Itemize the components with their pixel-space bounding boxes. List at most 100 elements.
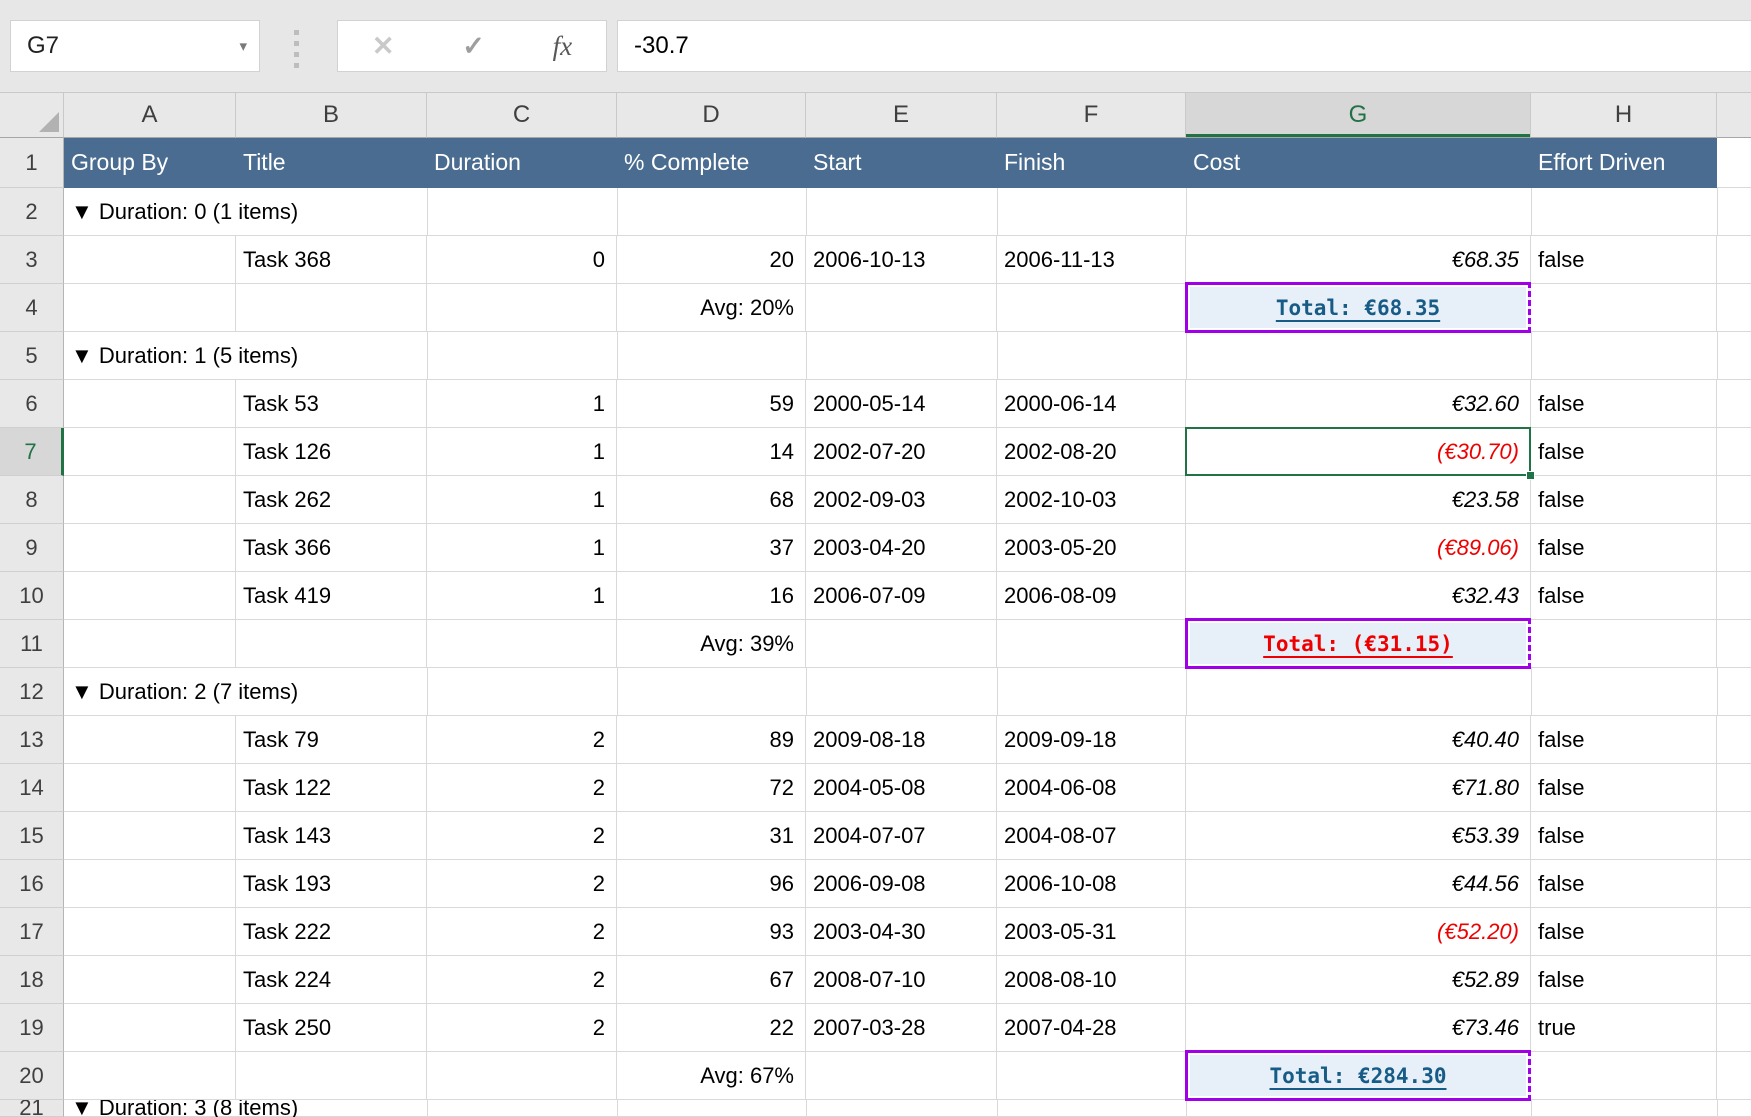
cell-C15[interactable]: 2 xyxy=(427,812,617,860)
cell-F12[interactable] xyxy=(998,668,1187,716)
column-header-A[interactable]: A xyxy=(64,93,236,138)
row-header-20[interactable]: 20 xyxy=(0,1052,64,1100)
column-header-F[interactable]: F xyxy=(997,93,1186,138)
cell-C19[interactable]: 2 xyxy=(427,1004,617,1052)
cell-C8[interactable]: 1 xyxy=(427,476,617,524)
cell-G19[interactable]: €73.46 xyxy=(1186,1004,1531,1052)
cell-G21[interactable] xyxy=(1187,1100,1532,1117)
cell-B3[interactable]: Task 368 xyxy=(236,236,427,284)
cell-D11-avg[interactable]: Avg: 39% xyxy=(617,620,806,668)
cell-D3[interactable]: 20 xyxy=(617,236,806,284)
cell-F7[interactable]: 2002-08-20 xyxy=(997,428,1186,476)
cell-A13[interactable] xyxy=(64,716,236,764)
cell-C18[interactable]: 2 xyxy=(427,956,617,1004)
cell-B17[interactable]: Task 222 xyxy=(236,908,427,956)
cell-H16[interactable]: false xyxy=(1531,860,1717,908)
cell-C9[interactable]: 1 xyxy=(427,524,617,572)
cell-C5[interactable] xyxy=(428,332,618,380)
cell-C21[interactable] xyxy=(428,1100,618,1117)
column-header-G[interactable]: G xyxy=(1186,93,1531,138)
cell-G2[interactable] xyxy=(1187,188,1532,236)
cell-F19[interactable]: 2007-04-28 xyxy=(997,1004,1186,1052)
cell-A3[interactable] xyxy=(64,236,236,284)
cell-A5-group-header[interactable]: ▼ Duration: 1 (5 items) xyxy=(64,332,428,380)
cell-A16[interactable] xyxy=(64,860,236,908)
cell-A20[interactable] xyxy=(64,1052,236,1100)
cell-E6[interactable]: 2000-05-14 xyxy=(806,380,997,428)
cell-B11[interactable] xyxy=(236,620,427,668)
cell-F11[interactable] xyxy=(997,620,1186,668)
cell-C4[interactable] xyxy=(427,284,617,332)
cell-F9[interactable]: 2003-05-20 xyxy=(997,524,1186,572)
row-header-6[interactable]: 6 xyxy=(0,380,64,428)
header-cell-G1[interactable]: Cost xyxy=(1186,138,1531,188)
column-header-D[interactable]: D xyxy=(617,93,806,138)
column-header-C[interactable]: C xyxy=(427,93,617,138)
cell-D8[interactable]: 68 xyxy=(617,476,806,524)
cell-E8[interactable]: 2002-09-03 xyxy=(806,476,997,524)
cell-D2[interactable] xyxy=(618,188,807,236)
cell-H15[interactable]: false xyxy=(1531,812,1717,860)
cell-C10[interactable]: 1 xyxy=(427,572,617,620)
header-cell-B1[interactable]: Title xyxy=(236,138,427,188)
cell-C17[interactable]: 2 xyxy=(427,908,617,956)
cell-F13[interactable]: 2009-09-18 xyxy=(997,716,1186,764)
cell-E10[interactable]: 2006-07-09 xyxy=(806,572,997,620)
cell-D14[interactable]: 72 xyxy=(617,764,806,812)
cell-F21[interactable] xyxy=(998,1100,1187,1117)
cell-H20[interactable] xyxy=(1531,1052,1717,1100)
cell-B14[interactable]: Task 122 xyxy=(236,764,427,812)
name-box[interactable]: G7 ▾ xyxy=(10,20,260,72)
cell-H17[interactable]: false xyxy=(1531,908,1717,956)
cell-C2[interactable] xyxy=(428,188,618,236)
cell-D13[interactable]: 89 xyxy=(617,716,806,764)
cell-E13[interactable]: 2009-08-18 xyxy=(806,716,997,764)
row-header-21[interactable]: 21 xyxy=(0,1100,64,1117)
row-header-9[interactable]: 9 xyxy=(0,524,64,572)
row-header-1[interactable]: 1 xyxy=(0,138,64,188)
cell-H6[interactable]: false xyxy=(1531,380,1717,428)
cell-G6[interactable]: €32.60 xyxy=(1186,380,1531,428)
cell-F6[interactable]: 2000-06-14 xyxy=(997,380,1186,428)
cell-D20-avg[interactable]: Avg: 67% xyxy=(617,1052,806,1100)
cell-H9[interactable]: false xyxy=(1531,524,1717,572)
cell-G13[interactable]: €40.40 xyxy=(1186,716,1531,764)
cell-D6[interactable]: 59 xyxy=(617,380,806,428)
cell-E7[interactable]: 2002-07-20 xyxy=(806,428,997,476)
cell-H10[interactable]: false xyxy=(1531,572,1717,620)
row-header-16[interactable]: 16 xyxy=(0,860,64,908)
cell-B6[interactable]: Task 53 xyxy=(236,380,427,428)
cell-D10[interactable]: 16 xyxy=(617,572,806,620)
row-header-12[interactable]: 12 xyxy=(0,668,64,716)
cell-F20[interactable] xyxy=(997,1052,1186,1100)
cell-C11[interactable] xyxy=(427,620,617,668)
cell-F14[interactable]: 2004-06-08 xyxy=(997,764,1186,812)
cell-E20[interactable] xyxy=(806,1052,997,1100)
cell-E3[interactable]: 2006-10-13 xyxy=(806,236,997,284)
cell-C3[interactable]: 0 xyxy=(427,236,617,284)
cell-A18[interactable] xyxy=(64,956,236,1004)
cell-A11[interactable] xyxy=(64,620,236,668)
select-all-corner[interactable] xyxy=(0,93,64,138)
cell-F5[interactable] xyxy=(998,332,1187,380)
cell-F4[interactable] xyxy=(997,284,1186,332)
cell-D19[interactable]: 22 xyxy=(617,1004,806,1052)
header-cell-H1[interactable]: Effort Driven xyxy=(1531,138,1717,188)
cell-G8[interactable]: €23.58 xyxy=(1186,476,1531,524)
cell-B20[interactable] xyxy=(236,1052,427,1100)
row-header-18[interactable]: 18 xyxy=(0,956,64,1004)
cell-E19[interactable]: 2007-03-28 xyxy=(806,1004,997,1052)
cell-G14[interactable]: €71.80 xyxy=(1186,764,1531,812)
cell-G20-total[interactable]: Total: €284.30 xyxy=(1186,1052,1531,1100)
cell-G17[interactable]: (€52.20) xyxy=(1186,908,1531,956)
cell-E5[interactable] xyxy=(807,332,998,380)
cell-C14[interactable]: 2 xyxy=(427,764,617,812)
cell-F17[interactable]: 2003-05-31 xyxy=(997,908,1186,956)
cell-B4[interactable] xyxy=(236,284,427,332)
cell-G15[interactable]: €53.39 xyxy=(1186,812,1531,860)
cell-A10[interactable] xyxy=(64,572,236,620)
cell-H18[interactable]: false xyxy=(1531,956,1717,1004)
cell-A21-group-header[interactable]: ▼ Duration: 3 (8 items) xyxy=(64,1100,428,1117)
cell-G12[interactable] xyxy=(1187,668,1532,716)
cell-G11-total[interactable]: Total: (€31.15) xyxy=(1186,620,1531,668)
